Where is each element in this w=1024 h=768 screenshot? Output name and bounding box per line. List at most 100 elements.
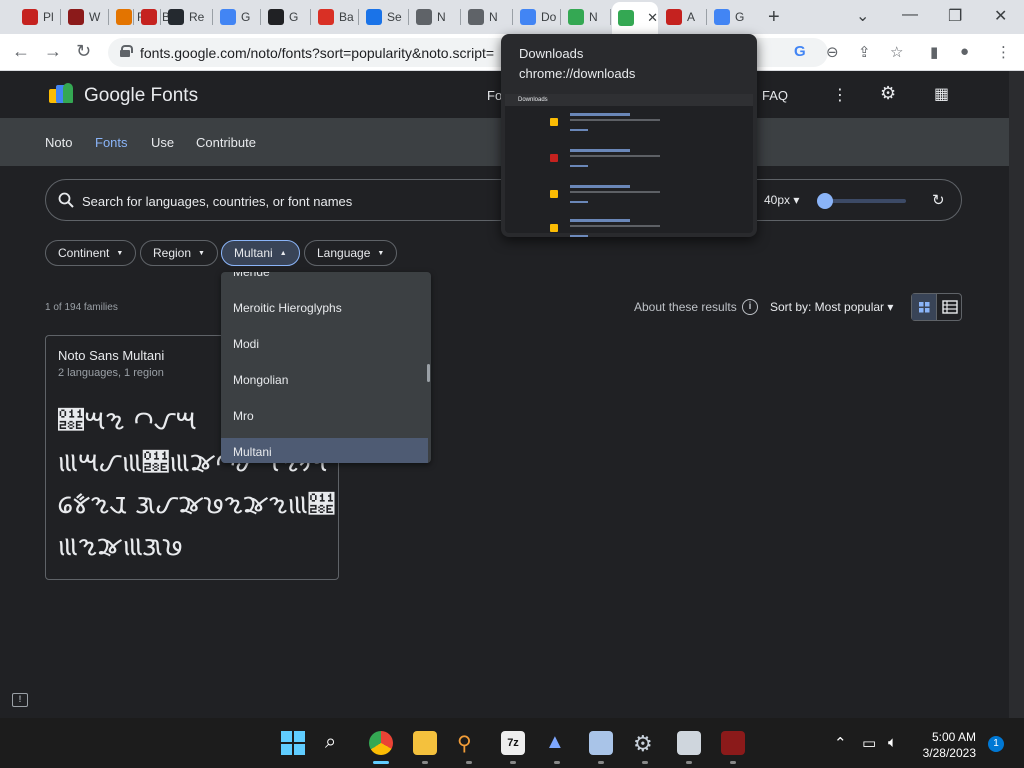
subnav-noto[interactable]: Noto [45, 135, 72, 150]
hover-card-url: chrome://downloads [519, 66, 636, 81]
chrome-app-icon[interactable] [369, 731, 393, 755]
tab-hover-card: Downloads chrome://downloads Downloads [501, 34, 757, 237]
browser-tab[interactable]: N [462, 4, 507, 30]
volume-icon[interactable]: 🔈︎ [888, 734, 897, 751]
search-input[interactable] [82, 191, 542, 211]
app-indicator [686, 761, 692, 764]
browser-tab[interactable]: Re [162, 4, 207, 30]
browser-tab[interactable]: A [660, 4, 705, 30]
taskbar-search-icon[interactable]: ⌕ [325, 731, 349, 755]
google-lens-icon[interactable]: G [794, 43, 806, 60]
profile-avatar-icon[interactable]: ● [960, 43, 969, 60]
start-button[interactable] [281, 731, 305, 755]
dropdown-option[interactable]: Mende [221, 272, 428, 286]
7zip-app-icon[interactable]: 7z [501, 731, 525, 755]
dropdown-option-selected[interactable]: Multani [221, 438, 428, 463]
subnav-fonts[interactable]: Fonts [95, 135, 128, 150]
browser-tab[interactable]: W [62, 4, 107, 30]
filter-region[interactable]: Region ▼ [140, 240, 218, 266]
minimize-button[interactable]: — [902, 6, 918, 24]
browser-tab[interactable]: N [410, 4, 455, 30]
forward-button[interactable]: → [44, 41, 62, 62]
grid-view-button[interactable] [912, 294, 937, 320]
app-icon-b[interactable] [589, 731, 613, 755]
browser-tab[interactable]: Ba [312, 4, 357, 30]
network-icon[interactable]: ▭ [862, 734, 876, 752]
app-indicator [510, 761, 516, 764]
script-dropdown-menu: Mende Meroitic Hieroglyphs Modi Mongolia… [221, 272, 431, 463]
filter-continent[interactable]: Continent ▼ [45, 240, 137, 266]
app-icon-a[interactable]: ▲ [545, 731, 569, 755]
app-indicator [642, 761, 648, 764]
winrar-app-icon[interactable] [721, 731, 745, 755]
clock[interactable]: 5:00 AM 3/28/2023 [916, 729, 976, 761]
tab-separator [610, 9, 611, 25]
browser-tab[interactable]: G [708, 4, 753, 30]
apps-grid-icon[interactable]: ▦ [934, 84, 949, 104]
filter-script[interactable]: Multani ▲ [221, 240, 300, 266]
browser-tab[interactable]: G [262, 4, 307, 30]
chip-label: Multani [234, 246, 273, 260]
tab-favicon-icon [22, 9, 38, 25]
reload-button[interactable]: ↻ [76, 41, 91, 62]
app-icon-c[interactable] [677, 731, 701, 755]
header-link-faq[interactable]: FAQ [762, 88, 788, 103]
tab-separator [460, 9, 461, 25]
close-tab-icon[interactable]: ✕ [647, 10, 658, 26]
reset-icon[interactable]: ↻ [932, 191, 945, 209]
google-fonts-logo-icon[interactable] [49, 83, 73, 105]
tab-active[interactable]: ✕ [612, 2, 658, 34]
url-text[interactable]: fonts.google.com/noto/fonts?sort=popular… [140, 45, 494, 61]
tray-chevron-icon[interactable]: ⌃ [834, 734, 847, 752]
new-tab-button[interactable]: + [768, 6, 780, 29]
tab-favicon-icon [366, 9, 382, 25]
browser-menu-icon[interactable]: ⋮ [996, 43, 1011, 61]
tab-favicon-icon [468, 9, 484, 25]
browser-tab[interactable]: Pl [16, 4, 61, 30]
dropdown-scrollbar[interactable] [427, 364, 430, 382]
app-indicator [598, 761, 604, 764]
filter-language[interactable]: Language ▼ [304, 240, 398, 266]
font-size-slider-thumb[interactable] [817, 193, 833, 209]
tab-favicon-icon [220, 9, 236, 25]
sort-select[interactable]: Sort by: Most popular ▾ [770, 300, 893, 314]
feedback-icon[interactable]: ! [12, 693, 28, 707]
brand-title[interactable]: Google Fonts [84, 85, 198, 107]
subnav-use[interactable]: Use [151, 135, 174, 150]
dropdown-option[interactable]: Mro [221, 402, 428, 430]
close-window-button[interactable]: ✕ [994, 6, 1007, 26]
browser-tab[interactable]: G [214, 4, 259, 30]
tab-favicon-icon [666, 9, 682, 25]
more-options-icon[interactable]: ⋮ [832, 85, 848, 105]
tab-separator [408, 9, 409, 25]
browser-tab[interactable]: Do [514, 4, 559, 30]
header-link-fonts[interactable]: Fo [487, 88, 502, 103]
side-panel-icon[interactable]: ▮ [930, 43, 938, 61]
about-results-link[interactable]: About these results [634, 300, 737, 314]
bookmark-star-icon[interactable]: ☆ [890, 43, 903, 61]
page-scrollbar[interactable] [1009, 71, 1024, 718]
settings-app-icon[interactable]: ⚙ [633, 731, 657, 756]
settings-gear-icon[interactable]: ⚙ [880, 83, 896, 104]
font-size-select[interactable]: 40px ▾ [764, 193, 799, 207]
dropdown-option[interactable]: Modi [221, 330, 428, 358]
file-explorer-icon[interactable] [413, 731, 437, 755]
browser-tab[interactable]: Se [360, 4, 405, 30]
tab-search-icon[interactable]: ⌄ [856, 6, 869, 26]
browser-tab[interactable]: N [562, 4, 607, 30]
dropdown-option[interactable]: Meroitic Hieroglyphs [221, 294, 428, 322]
list-view-button[interactable] [938, 294, 962, 320]
zoom-icon[interactable]: ⊖ [826, 43, 839, 61]
dropdown-option[interactable]: Mongolian [221, 366, 428, 394]
back-button[interactable]: ← [12, 41, 30, 62]
tab-label: N [437, 10, 446, 24]
tab-separator [706, 9, 707, 25]
info-icon[interactable]: i [742, 299, 758, 315]
share-icon[interactable]: ⇪ [858, 43, 871, 61]
search-app-icon[interactable]: ⚲ [457, 731, 481, 755]
chip-label: Continent [58, 246, 110, 260]
notification-badge[interactable]: 1 [988, 736, 1004, 752]
subnav-contribute[interactable]: Contribute [196, 135, 256, 150]
chevron-down-icon: ▼ [198, 249, 205, 257]
maximize-button[interactable]: ❐ [948, 6, 962, 26]
